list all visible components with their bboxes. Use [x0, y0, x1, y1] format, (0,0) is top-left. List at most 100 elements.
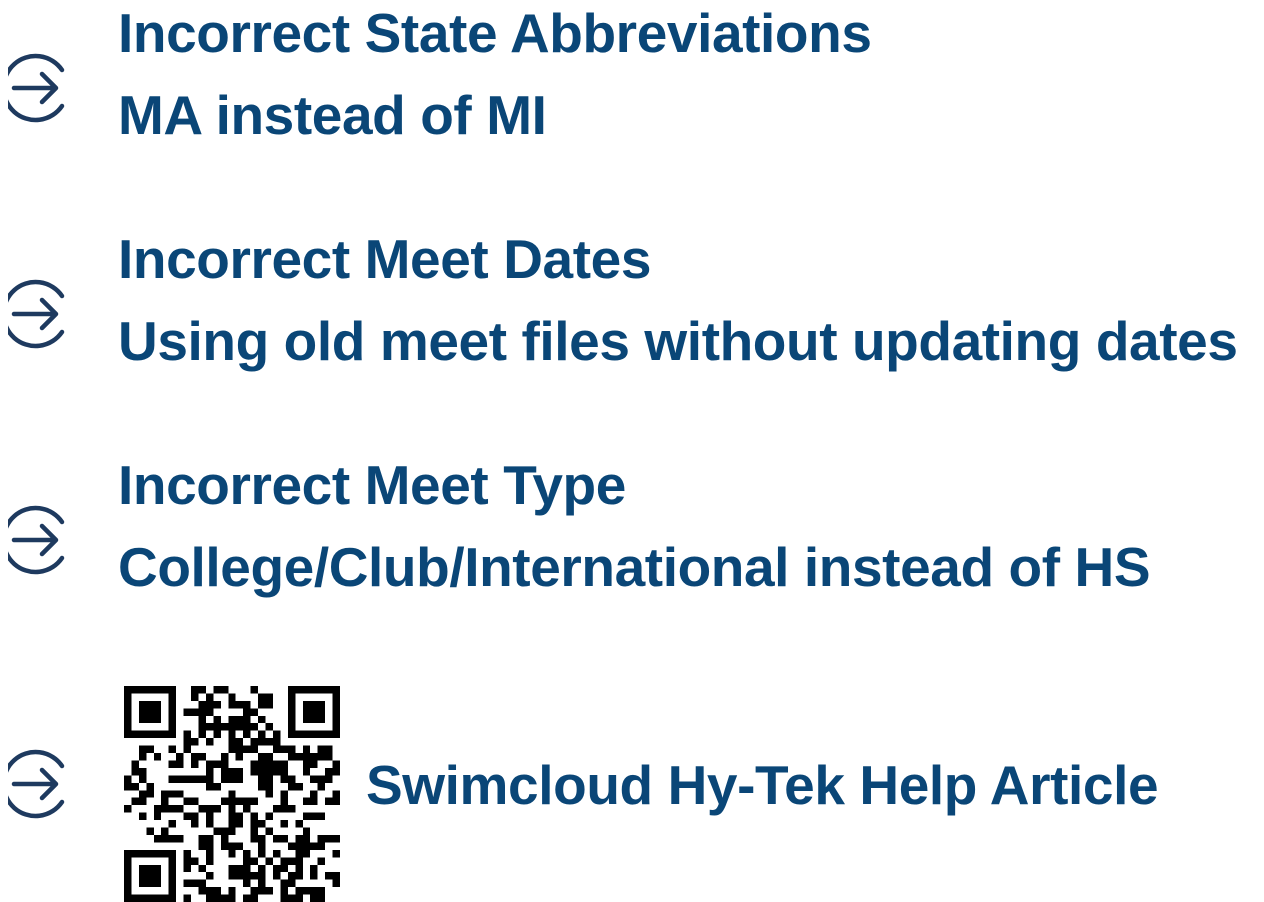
qr-module	[205, 872, 214, 880]
qr-module	[220, 767, 229, 776]
qr-module	[310, 797, 318, 806]
qr-module	[332, 790, 340, 798]
qr-module	[243, 872, 251, 880]
qr-module	[235, 745, 244, 754]
qr-module	[168, 820, 177, 828]
qr-module	[124, 894, 132, 902]
qr-module	[205, 760, 214, 768]
qr-module	[265, 700, 273, 709]
qr-module	[265, 857, 273, 865]
qr-module	[138, 879, 147, 888]
qr-module	[124, 872, 132, 880]
qr-module	[183, 775, 192, 783]
qr-module	[131, 730, 139, 739]
qr-module	[220, 760, 229, 768]
qr-module	[325, 753, 333, 761]
qr-module	[228, 842, 236, 850]
qr-module	[295, 686, 303, 694]
qr-module	[213, 730, 221, 739]
qr-module	[220, 842, 229, 850]
qr-module	[295, 887, 303, 895]
qr-code-icon	[124, 686, 340, 902]
qr-module	[161, 730, 169, 739]
qr-module	[332, 693, 340, 701]
qr-module	[235, 738, 244, 746]
qr-module	[198, 686, 206, 694]
qr-module	[198, 887, 206, 895]
qr-module	[258, 700, 266, 709]
qr-module	[235, 775, 244, 783]
qr-module	[287, 708, 296, 716]
qr-module	[146, 708, 154, 716]
qr-module	[302, 700, 311, 709]
qr-module	[235, 753, 244, 761]
qr-module	[332, 767, 340, 776]
qr-module	[146, 872, 154, 880]
qr-module	[272, 805, 281, 813]
qr-module	[243, 797, 251, 806]
qr-module	[228, 775, 236, 783]
qr-module	[131, 797, 139, 806]
qr-module	[213, 782, 221, 791]
qr-module	[265, 723, 273, 731]
qr-module	[265, 767, 273, 776]
qr-module	[161, 894, 169, 902]
qr-module	[280, 820, 288, 828]
qr-module	[198, 753, 206, 761]
qr-module	[176, 753, 184, 761]
qr-module	[198, 700, 206, 709]
qr-module	[153, 753, 162, 761]
qr-module	[146, 686, 154, 694]
qr-module	[146, 715, 154, 724]
qr-module	[138, 797, 147, 806]
qr-module	[124, 708, 132, 716]
qr-module	[310, 686, 318, 694]
qr-module	[265, 887, 273, 895]
qr-module	[258, 730, 266, 739]
qr-module	[168, 894, 177, 902]
qr-module	[295, 864, 303, 873]
qr-module	[250, 827, 259, 835]
qr-module	[138, 753, 147, 761]
qr-module	[168, 849, 177, 858]
qr-module	[302, 827, 311, 835]
qr-module	[220, 723, 229, 731]
qr-module	[205, 775, 214, 783]
arrow-circle-icon	[8, 502, 76, 578]
qr-module	[295, 842, 303, 850]
qr-module	[250, 872, 259, 880]
qr-module	[332, 849, 340, 858]
arrow-circle-icon	[8, 276, 76, 352]
qr-module	[265, 693, 273, 701]
qr-module	[183, 730, 192, 739]
qr-module	[124, 864, 132, 873]
qr-module	[280, 834, 288, 843]
qr-module	[168, 686, 177, 694]
qr-module	[205, 820, 214, 828]
qr-module	[287, 894, 296, 902]
qr-module	[258, 715, 266, 724]
qr-module	[205, 894, 214, 902]
qr-module	[220, 894, 229, 902]
qr-module	[295, 834, 303, 843]
qr-module	[228, 700, 236, 709]
qr-module	[250, 708, 259, 716]
qr-module	[332, 760, 340, 768]
qr-module	[287, 775, 296, 783]
qr-module	[302, 686, 311, 694]
qr-module	[280, 790, 288, 798]
qr-module	[228, 872, 236, 880]
qr-module	[138, 745, 147, 754]
qr-module	[317, 857, 326, 865]
qr-module	[124, 730, 132, 739]
qr-module	[280, 775, 288, 783]
qr-module	[168, 700, 177, 709]
qr-module	[287, 723, 296, 731]
qr-module	[213, 686, 221, 694]
qr-module	[310, 872, 318, 880]
help-article-link[interactable]: Swimcloud Hy-Tek Help Article	[366, 752, 1159, 818]
qr-module	[250, 760, 259, 768]
qr-module	[310, 842, 318, 850]
qr-module	[272, 872, 281, 880]
qr-module	[265, 812, 273, 821]
